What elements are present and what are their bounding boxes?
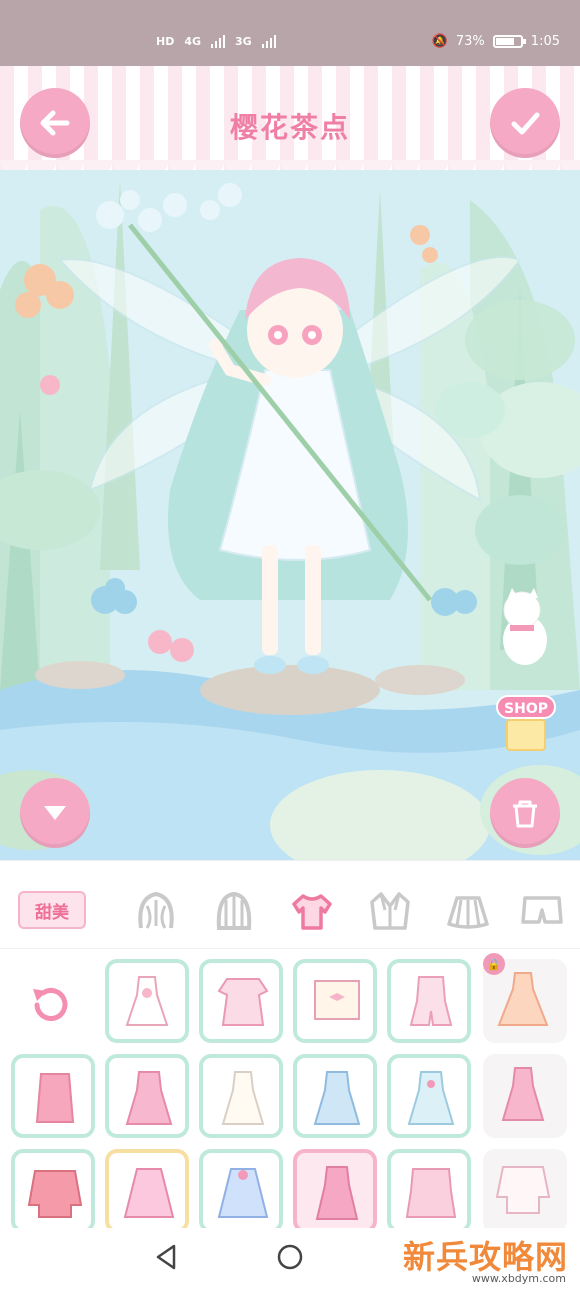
status-right: 🔕 73% 1:05 [432,34,560,49]
delete-button[interactable] [490,778,560,848]
dress-item-1 [125,976,169,1026]
collapse-panel-button[interactable] [20,778,90,848]
dressup-scene: SHOP [0,170,580,860]
clothing-item[interactable] [293,1054,377,1138]
network-4g: 4G [184,34,202,48]
sweater-item-12 [27,1170,83,1218]
dress-item-15 [315,1166,359,1220]
confirm-button[interactable] [490,88,560,158]
dress-item-13 [123,1168,175,1218]
clothing-item[interactable] [105,1054,189,1138]
clothing-item[interactable] [483,1054,567,1138]
shop-button[interactable]: SHOP [496,695,556,755]
jacket-icon [370,892,410,930]
category-hair[interactable] [130,885,182,937]
trash-icon [513,800,537,828]
hd-indicator: HD [156,34,175,48]
clothing-item[interactable] [105,1149,189,1233]
romper-item-4 [409,976,453,1026]
dress-item-9 [313,1071,361,1125]
shorts-icon [521,896,563,924]
top-item-3 [314,980,360,1020]
reset-button[interactable] [25,979,77,1031]
clothing-item[interactable] [199,959,283,1043]
dress-item-11 [501,1067,545,1121]
nav-home-icon[interactable] [275,1242,305,1272]
dress-item-7 [125,1071,173,1125]
clothing-item[interactable] [387,1149,471,1233]
clothing-item[interactable] [11,1054,95,1138]
clothing-item[interactable] [387,959,471,1043]
mute-icon: 🔕 [431,34,448,49]
status-left: HD 4G 3G [156,34,276,48]
category-bar: 甜美 [0,861,580,949]
dress-item-14 [217,1168,269,1218]
check-icon [511,112,540,135]
category-skirt[interactable] [442,885,494,937]
dress-item-16 [405,1168,457,1218]
watermark-url: www.xbdym.com [471,1272,566,1285]
wardrobe-panel: 甜美 🔒 [0,860,580,1233]
triangle-down-icon [44,806,66,820]
tshirt-icon [292,894,332,930]
cami-item-6 [35,1073,75,1123]
clothing-item[interactable] [199,1149,283,1233]
scene-illustration [0,170,580,860]
clothing-item-locked[interactable]: 🔒 [483,953,567,1043]
shop-label: SHOP [496,695,556,719]
clock: 1:05 [530,34,560,49]
battery-percent: 73% [455,34,485,49]
rotate-icon [33,988,68,1021]
signal-icon [211,34,226,48]
signal-icon-2 [261,34,276,48]
category-pants[interactable] [516,885,568,937]
app-root: HD 4G 3G 🔕 73% 1:05 SHOP 樱花茶点 甜美 🔒 新兵攻略网… [0,0,580,1289]
status-bar: HD 4G 3G 🔕 73% 1:05 [0,0,580,66]
hair-back-icon [216,891,252,930]
top-item-17 [495,1166,551,1214]
clothing-item[interactable] [105,959,189,1043]
category-jacket[interactable] [364,885,416,937]
hair-icon [138,891,174,929]
category-hairstyle[interactable] [208,885,260,937]
clothing-item-selected[interactable] [293,1149,377,1233]
dress-item-8 [221,1071,265,1125]
clothing-item[interactable] [387,1054,471,1138]
battery-icon [492,35,526,48]
dress-item-2 [217,978,269,1026]
network-3g: 3G [235,34,252,48]
nav-back-icon[interactable] [152,1242,182,1272]
skirt-icon [447,896,489,929]
shop-icon [506,719,546,751]
clothing-item[interactable] [483,1149,567,1233]
dress-item-5 [497,972,549,1026]
clothing-item[interactable] [199,1054,283,1138]
category-top[interactable] [286,885,338,937]
dress-item-10 [407,1071,455,1125]
style-filter-chip[interactable]: 甜美 [18,891,86,929]
clothing-item[interactable] [11,1149,95,1233]
clothing-item[interactable] [293,959,377,1043]
